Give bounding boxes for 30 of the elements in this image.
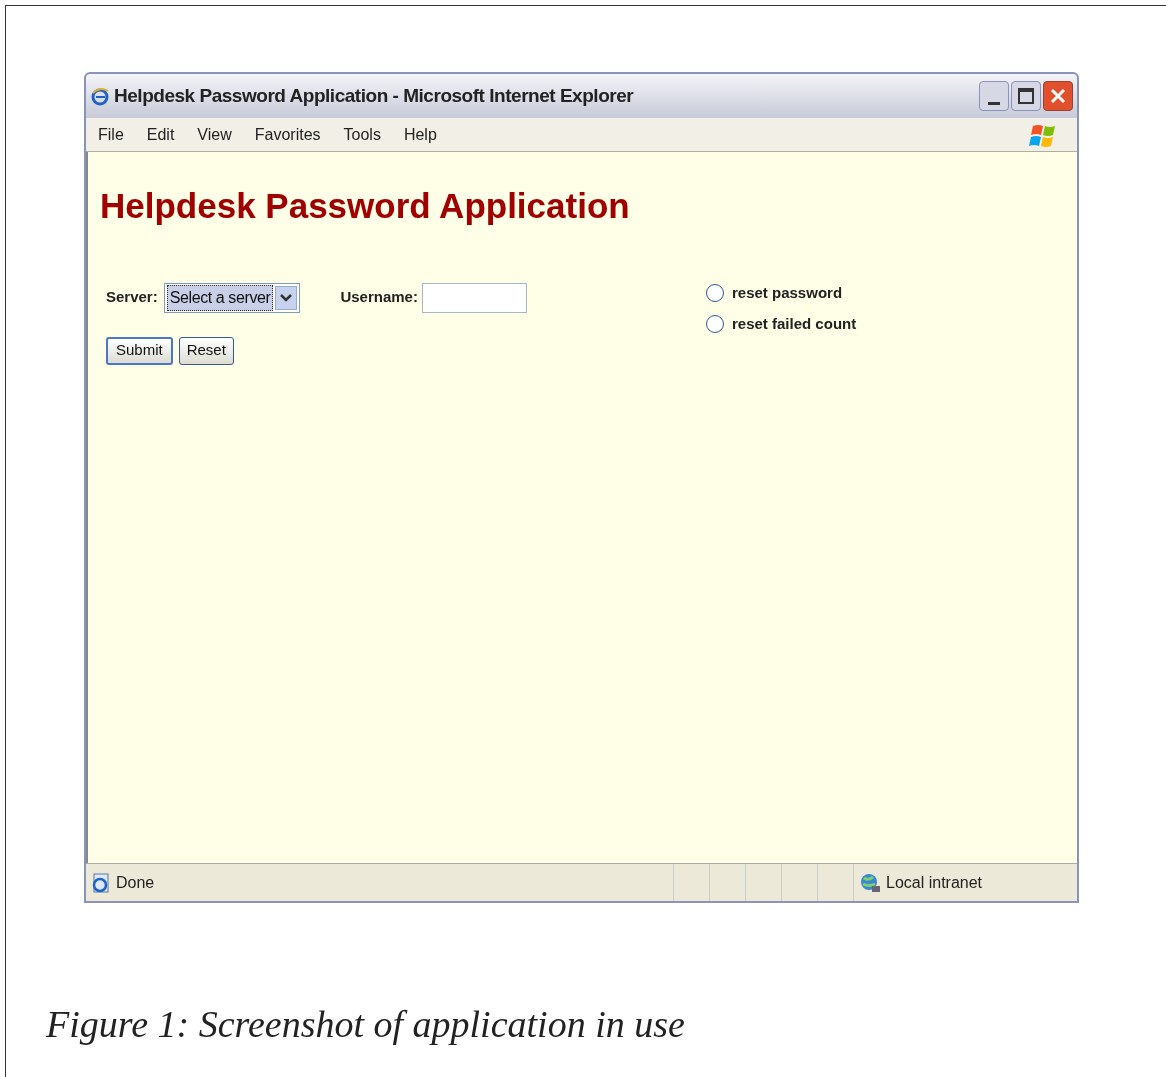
reset-button[interactable]: Reset: [178, 336, 234, 365]
page-icon: [90, 871, 112, 894]
close-button[interactable]: [1043, 81, 1073, 111]
username-field[interactable]: [421, 282, 527, 313]
menu-item[interactable]: Tools: [343, 122, 381, 147]
radio-button[interactable]: [706, 284, 724, 303]
browser-icon: [90, 86, 110, 106]
menu-item[interactable]: Edit: [146, 122, 175, 147]
status-text: Done: [116, 872, 155, 893]
menu-item[interactable]: File: [98, 122, 124, 147]
minimize-button[interactable]: [979, 81, 1009, 111]
submit-button[interactable]: Submit: [106, 336, 173, 365]
minimize-icon: [988, 102, 1000, 106]
menu-item[interactable]: Help: [403, 122, 437, 147]
close-icon: [1050, 88, 1066, 104]
username-label: Username:: [340, 287, 418, 308]
maximize-button[interactable]: [1011, 81, 1041, 111]
server-dropdown[interactable]: Select a server: [163, 282, 301, 313]
figure-caption: Figure 1: Screenshot of application in use: [46, 1002, 685, 1047]
globe-icon: [858, 871, 882, 894]
maximize-icon: [1018, 88, 1034, 104]
zone-text: Local intranet: [886, 872, 983, 893]
menu-item[interactable]: View: [197, 122, 232, 147]
radio-label: reset password: [732, 283, 843, 303]
radio-label: reset failed count: [732, 313, 857, 334]
server-label: Server:: [106, 287, 158, 308]
window-title: Helpdesk Password Application - Microsoft Internet Explorer: [114, 83, 634, 108]
page-heading: Helpdesk Password Application: [100, 185, 631, 227]
radio-button[interactable]: [706, 314, 724, 333]
menu-item[interactable]: Favorites: [254, 122, 321, 147]
